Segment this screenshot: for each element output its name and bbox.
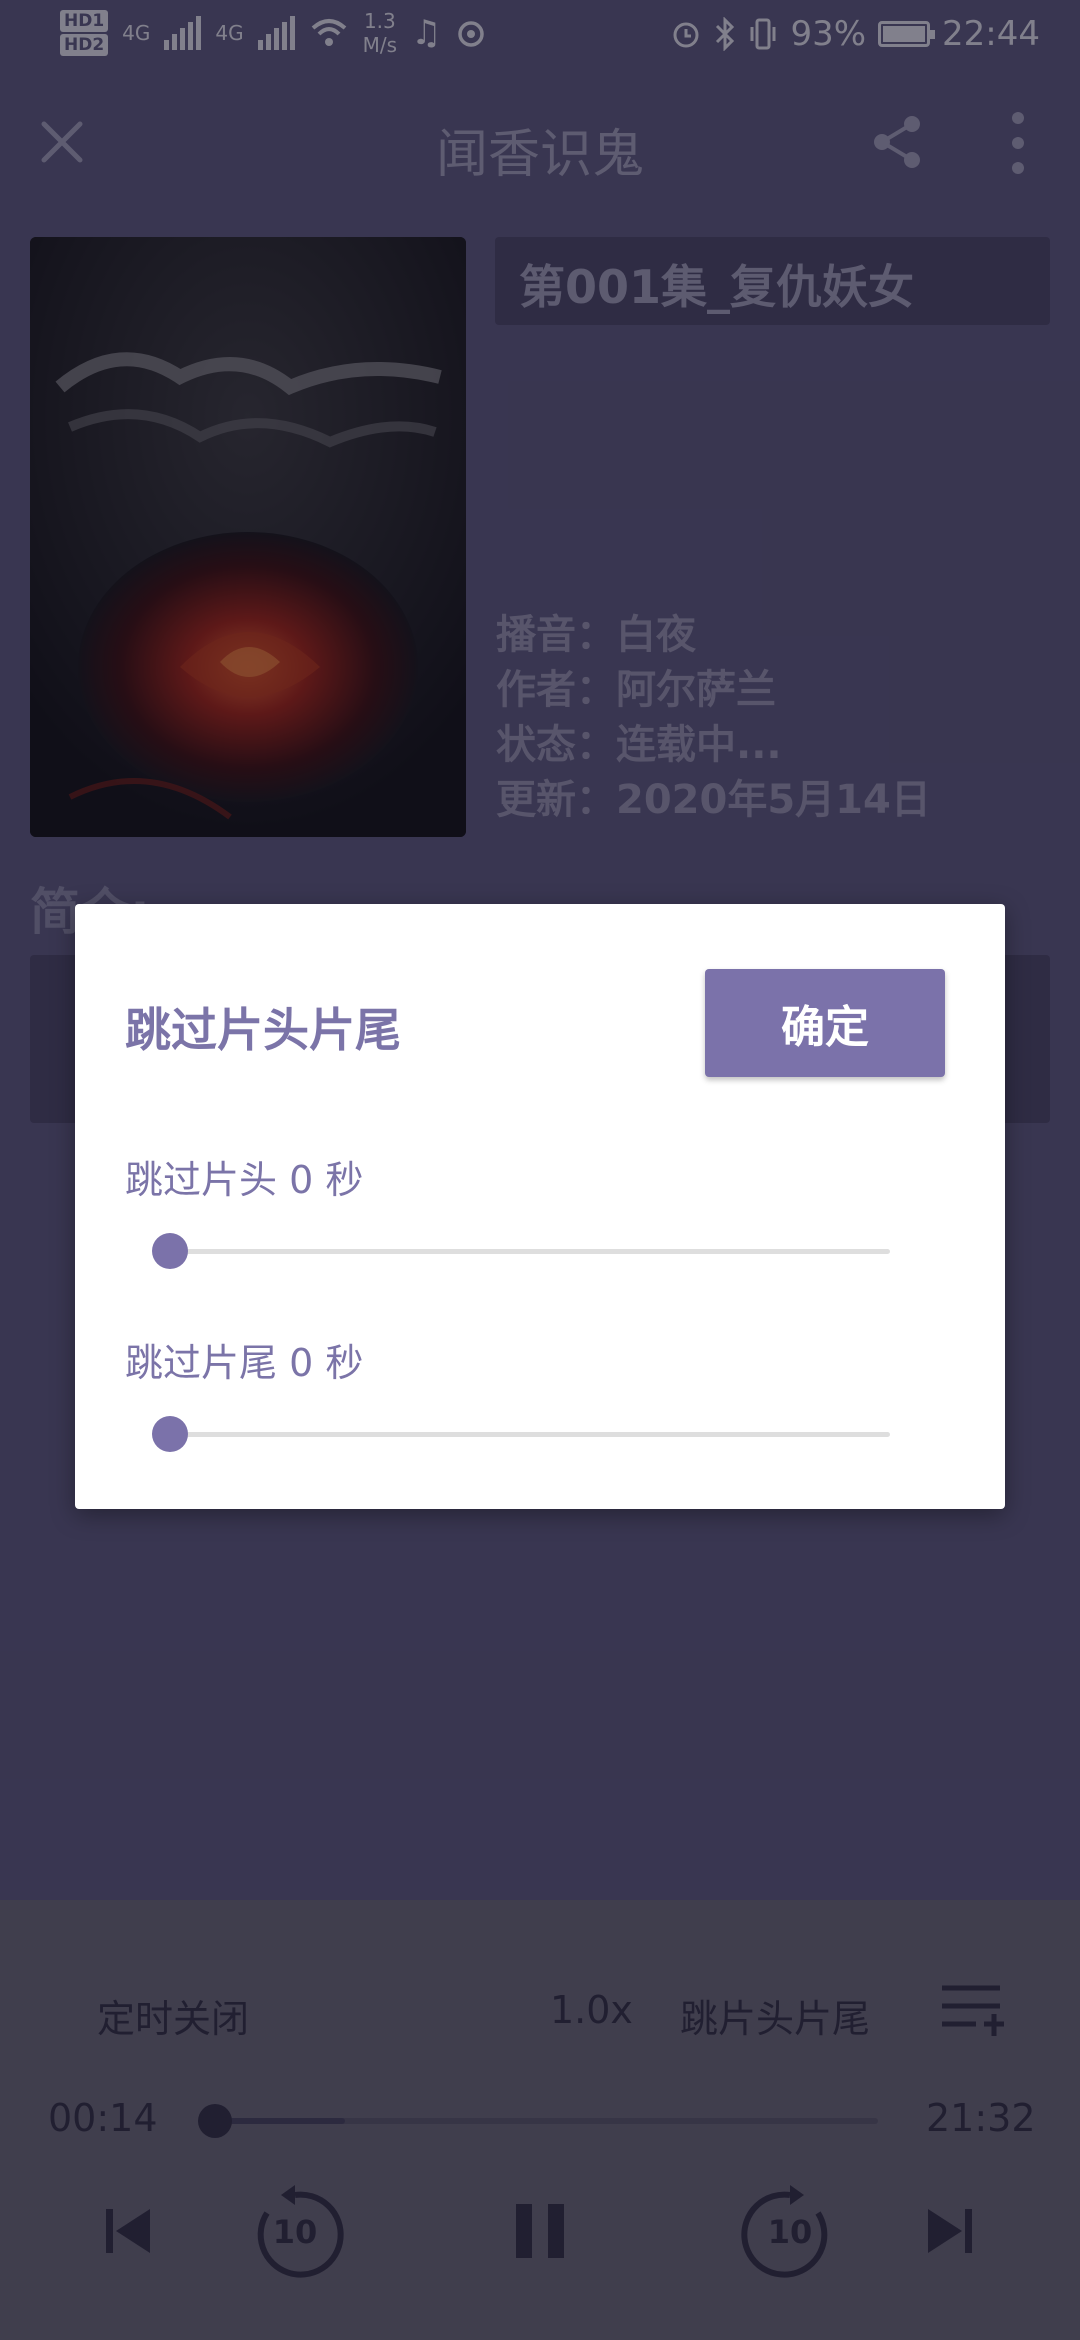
intro-skip-slider[interactable]	[152, 1231, 890, 1271]
intro-skip-track	[170, 1249, 890, 1254]
confirm-button[interactable]: 确定	[705, 969, 945, 1077]
player-page: HD1 HD2 4G 4G 1.3 M/s ♫ 93% 22:44 闻	[0, 0, 1080, 2340]
intro-skip-thumb[interactable]	[152, 1233, 188, 1269]
intro-skip-label: 跳过片头 0 秒	[125, 1158, 364, 1202]
outro-skip-thumb[interactable]	[152, 1416, 188, 1452]
outro-skip-slider[interactable]	[152, 1414, 890, 1454]
outro-skip-label: 跳过片尾 0 秒	[125, 1341, 364, 1385]
dialog-title: 跳过片头片尾	[125, 1003, 401, 1057]
outro-skip-track	[170, 1432, 890, 1437]
skip-intro-outro-dialog: 跳过片头片尾 确定 跳过片头 0 秒 跳过片尾 0 秒	[75, 904, 1005, 1509]
